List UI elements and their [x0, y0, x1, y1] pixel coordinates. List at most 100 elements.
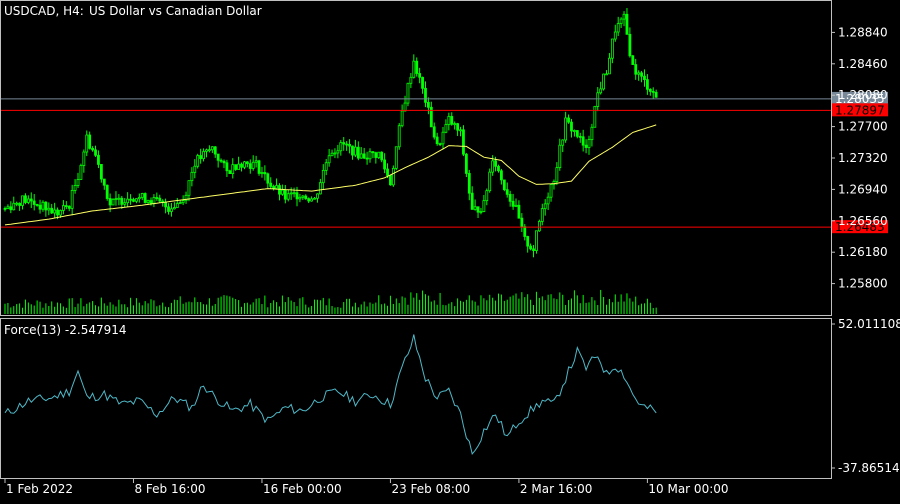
candle-body — [172, 207, 176, 210]
candle-body — [240, 163, 243, 168]
candle-body — [237, 163, 241, 170]
chart-window[interactable]: USDCAD, H4: US Dollar vs Canadian Dollar F… — [0, 0, 900, 500]
candle-body — [380, 151, 384, 161]
candle-body — [353, 146, 357, 156]
candle-body — [643, 75, 646, 81]
candle-body — [21, 195, 24, 206]
candle-body — [260, 172, 264, 174]
chart-svg[interactable]: USDCAD, H4: US Dollar vs Canadian Dollar F… — [0, 0, 900, 500]
candle-body — [254, 160, 258, 163]
candle-body — [187, 180, 191, 196]
candle-body — [508, 193, 512, 202]
candle-body — [205, 149, 208, 152]
candle-body — [462, 129, 465, 155]
candle-body — [610, 38, 614, 59]
candle-body — [637, 72, 641, 75]
candle-body — [564, 117, 568, 141]
candle-body — [476, 206, 480, 213]
price-tick-label: 1.28080 — [838, 88, 888, 102]
candle-body — [359, 153, 363, 159]
candle-body — [453, 123, 457, 126]
candle-body — [12, 202, 16, 211]
candle-body — [143, 193, 147, 203]
candle-body — [225, 162, 229, 172]
candle-body — [605, 73, 608, 76]
candle-body — [581, 136, 585, 146]
candle-body — [263, 172, 267, 175]
candle-body — [99, 164, 103, 180]
candle-body — [283, 189, 287, 200]
candle-body — [590, 126, 594, 140]
candle-body — [339, 142, 343, 152]
candle-body — [158, 197, 162, 202]
candle-body — [584, 144, 588, 148]
price-tick-label: 1.27320 — [838, 151, 888, 165]
candle-body — [362, 153, 366, 159]
candle-body — [269, 182, 273, 187]
candle-body — [304, 195, 308, 200]
candle-body — [459, 129, 462, 132]
candle-body — [432, 126, 436, 138]
force-tick-label: 52.011108 — [838, 317, 900, 331]
candle-body — [307, 198, 311, 202]
candle-body — [549, 184, 553, 198]
force-series-line — [4, 334, 657, 455]
candle-body — [47, 207, 51, 211]
candle-body — [108, 198, 112, 206]
candle-body — [234, 164, 238, 170]
candle-body — [415, 60, 419, 74]
resistance-level-label: 1.27897 — [835, 103, 885, 117]
candle-body — [616, 23, 620, 33]
candle-body — [514, 204, 518, 207]
candle-body — [634, 64, 638, 75]
candle-body — [532, 248, 535, 251]
candle-body — [602, 73, 605, 90]
price-tick-label: 1.26560 — [838, 214, 888, 228]
candle-body — [567, 117, 570, 123]
candle-body — [374, 152, 378, 158]
candle-body — [441, 131, 445, 145]
candle-body — [654, 91, 658, 98]
candle-body — [561, 139, 565, 146]
candle-body — [473, 206, 477, 210]
candle-body — [444, 124, 448, 133]
candle-body — [403, 102, 407, 112]
candle-body — [368, 151, 372, 160]
candle-body — [400, 110, 404, 127]
candle-body — [573, 130, 576, 132]
candle-body — [511, 200, 515, 207]
candle-body — [622, 13, 626, 20]
candle-body — [505, 189, 509, 195]
candle-body — [18, 202, 22, 206]
time-tick-label: 16 Feb 00:00 — [263, 482, 342, 496]
candle-body — [502, 179, 506, 191]
candle-body — [126, 198, 130, 204]
candle-body — [73, 185, 77, 191]
candle-body — [587, 139, 591, 148]
candle-body — [464, 153, 468, 174]
candle-body — [613, 31, 617, 40]
candle-body — [321, 169, 325, 184]
candle-body — [386, 168, 389, 176]
candle-body — [114, 198, 118, 200]
candle-body — [105, 184, 109, 199]
candle-body — [389, 175, 392, 186]
candle-body — [648, 88, 652, 92]
price-tick-label: 1.26940 — [838, 182, 888, 196]
candle-body — [132, 199, 135, 202]
candle-body — [482, 200, 486, 212]
candle-body — [123, 202, 127, 205]
candle-body — [140, 193, 144, 198]
candle-body — [295, 192, 299, 200]
candle-body — [438, 143, 442, 146]
time-tick-label: 23 Feb 08:00 — [391, 482, 470, 496]
candle-body — [537, 221, 541, 232]
candle-body — [596, 92, 600, 107]
candle-body — [575, 130, 579, 137]
price-tick-label: 1.26180 — [838, 245, 888, 259]
symbol-label: USDCAD, H4: — [4, 4, 84, 18]
candle-body — [32, 200, 36, 205]
candle-body — [152, 197, 156, 204]
candle-body — [76, 179, 80, 186]
candle-body — [301, 195, 305, 198]
